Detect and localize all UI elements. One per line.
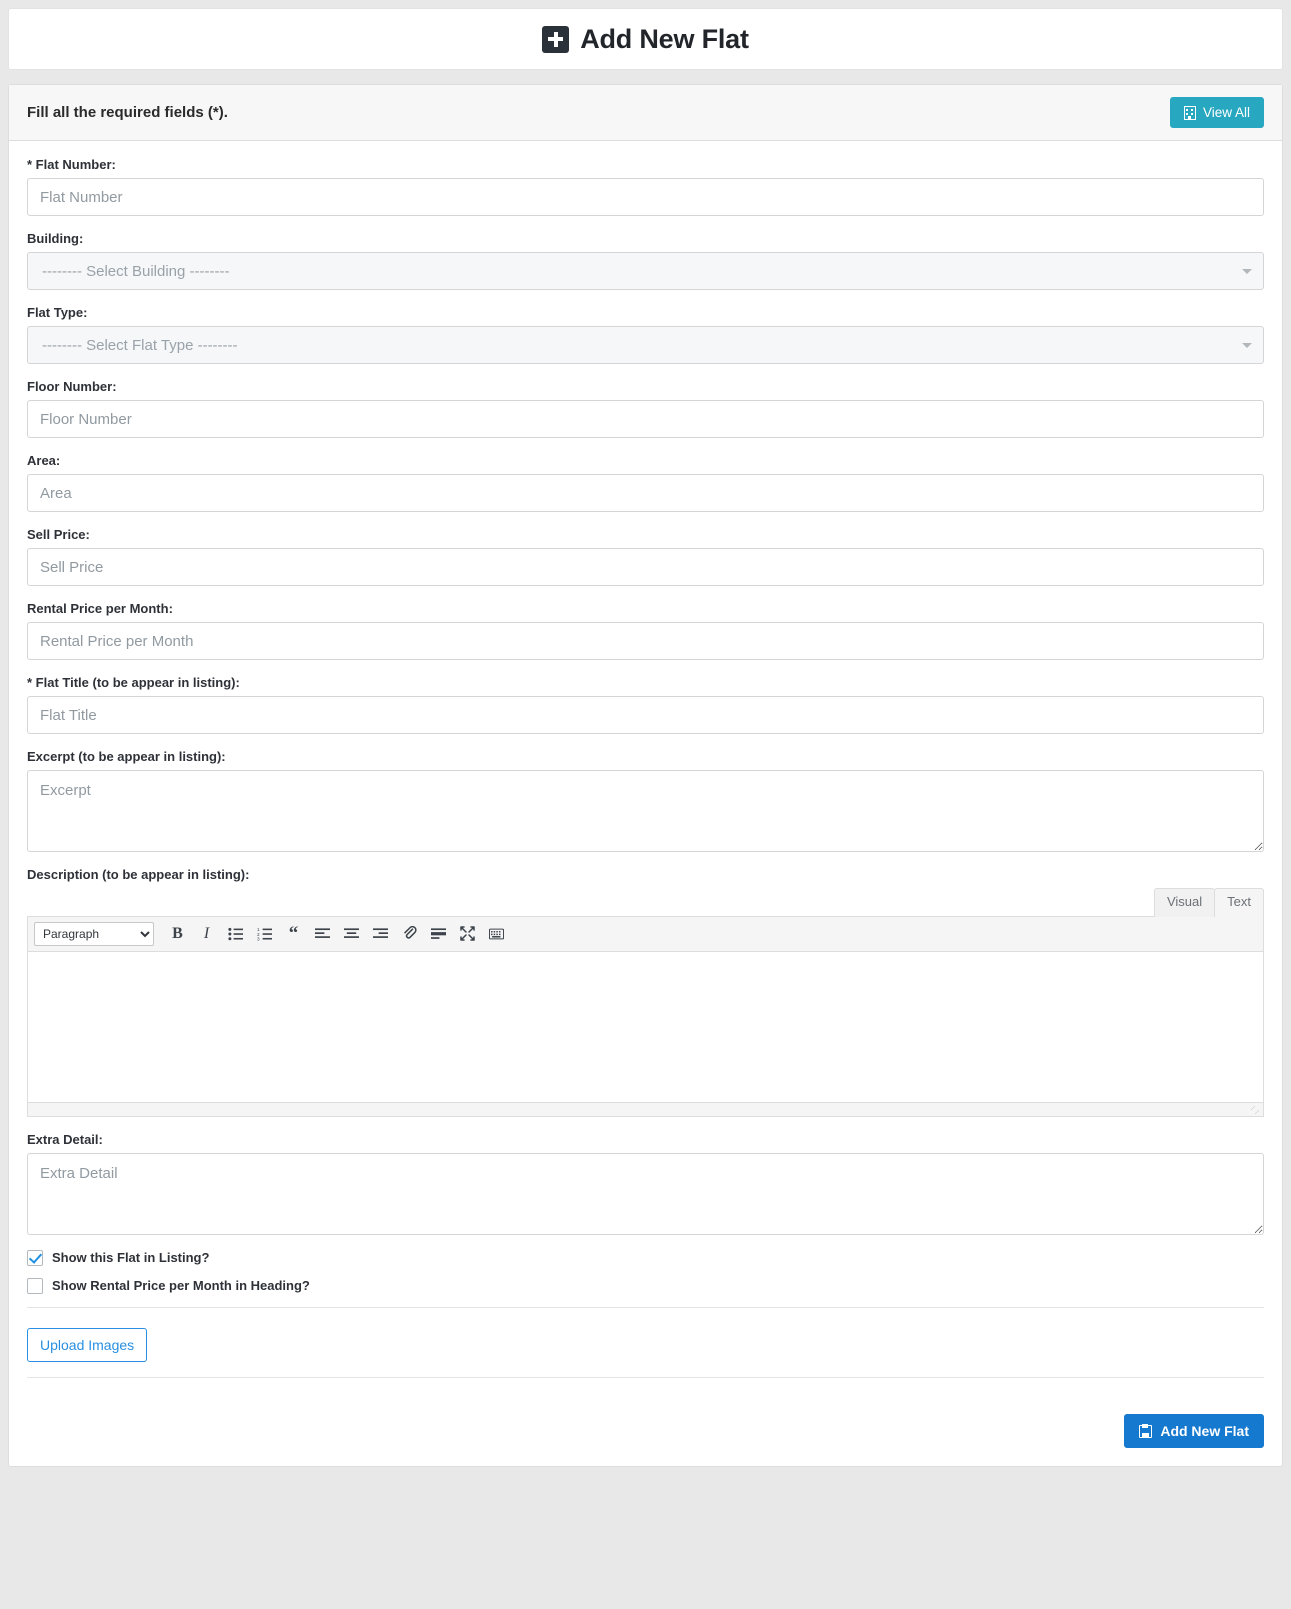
- editor-toolbar: Paragraph B I 123 “: [28, 916, 1263, 952]
- plus-square-icon: [542, 25, 570, 53]
- description-editor-canvas[interactable]: [28, 951, 1263, 1102]
- form-footer: Add New Flat: [27, 1398, 1264, 1466]
- svg-text:3: 3: [257, 936, 260, 940]
- align-left-icon[interactable]: [309, 921, 336, 946]
- add-new-flat-button[interactable]: Add New Flat: [1124, 1414, 1264, 1449]
- label-flat-number: * Flat Number:: [27, 157, 116, 172]
- save-icon: [1139, 1424, 1153, 1439]
- numbered-list-icon[interactable]: 123: [251, 921, 278, 946]
- label-flat-type: Flat Type:: [27, 305, 88, 320]
- upload-images-block: Upload Images: [27, 1327, 1264, 1364]
- keyboard-shortcuts-icon[interactable]: [483, 921, 510, 946]
- blockquote-icon[interactable]: “: [280, 921, 307, 946]
- align-center-icon[interactable]: [338, 921, 365, 946]
- field-group-extra-detail: Extra Detail:: [27, 1132, 1264, 1235]
- description-editor: Paragraph B I 123 “: [27, 915, 1264, 1117]
- excerpt-textarea[interactable]: [27, 770, 1264, 852]
- field-group-description: Description (to be appear in listing): V…: [27, 867, 1264, 1117]
- flat-number-input[interactable]: [27, 178, 1264, 216]
- insert-read-more-icon[interactable]: [425, 921, 452, 946]
- page-header: Add New Flat: [8, 8, 1283, 70]
- checkbox-row-show-in-listing[interactable]: Show this Flat in Listing?: [27, 1249, 1264, 1266]
- label-flat-title: * Flat Title (to be appear in listing):: [27, 675, 240, 690]
- page-title-text: Add New Flat: [580, 23, 749, 54]
- field-group-flat-title: * Flat Title (to be appear in listing):: [27, 675, 1264, 734]
- field-group-floor-number: Floor Number:: [27, 379, 1264, 438]
- show-in-listing-label: Show this Flat in Listing?: [52, 1250, 210, 1266]
- card-header: Fill all the required fields (*). View A…: [9, 85, 1282, 141]
- flat-type-select[interactable]: -------- Select Flat Type --------: [27, 326, 1264, 364]
- align-right-icon[interactable]: [367, 921, 394, 946]
- rental-price-input[interactable]: [27, 622, 1264, 660]
- form-card: Fill all the required fields (*). View A…: [8, 84, 1283, 1468]
- insert-link-icon[interactable]: [396, 921, 423, 946]
- bold-icon[interactable]: B: [164, 921, 191, 946]
- instruction-text: Fill all the required fields (*).: [27, 104, 228, 121]
- sell-price-input[interactable]: [27, 548, 1264, 586]
- tab-visual[interactable]: Visual: [1153, 888, 1216, 917]
- form-body: * Flat Number: Building: -------- Select…: [9, 141, 1282, 1466]
- view-all-button[interactable]: View All: [1169, 97, 1264, 128]
- show-rental-price-checkbox[interactable]: [27, 1277, 43, 1294]
- label-description: Description (to be appear in listing):: [27, 867, 250, 882]
- area-input[interactable]: [27, 474, 1264, 512]
- label-extra-detail: Extra Detail:: [27, 1131, 103, 1147]
- label-rental-price: Rental Price per Month:: [27, 601, 173, 616]
- add-new-flat-label: Add New Flat: [1160, 1423, 1249, 1440]
- show-in-listing-checkbox[interactable]: [27, 1249, 43, 1266]
- label-excerpt: Excerpt (to be appear in listing):: [27, 749, 226, 764]
- upload-images-button[interactable]: Upload Images: [27, 1327, 148, 1363]
- floor-number-input[interactable]: [27, 400, 1264, 438]
- field-group-sell-price: Sell Price:: [27, 527, 1264, 586]
- label-building: Building:: [27, 231, 84, 246]
- editor-resize-handle[interactable]: [28, 1101, 1263, 1116]
- extra-detail-textarea[interactable]: [27, 1152, 1264, 1235]
- editor-tab-bar: Visual Text: [27, 888, 1264, 917]
- divider-below-upload: [27, 1377, 1264, 1379]
- field-group-flat-type: Flat Type: -------- Select Flat Type ---…: [27, 305, 1264, 364]
- checkbox-row-show-rental-price[interactable]: Show Rental Price per Month in Heading?: [27, 1277, 1264, 1294]
- field-group-flat-number: * Flat Number:: [27, 157, 1264, 216]
- page-title: Add New Flat: [542, 24, 749, 55]
- view-all-label: View All: [1202, 105, 1250, 120]
- divider-above-upload: [27, 1306, 1264, 1308]
- tab-text[interactable]: Text: [1214, 888, 1264, 917]
- label-area: Area:: [27, 453, 61, 468]
- label-floor-number: Floor Number:: [27, 379, 117, 394]
- field-group-excerpt: Excerpt (to be appear in listing):: [27, 749, 1264, 852]
- field-group-area: Area:: [27, 453, 1264, 512]
- field-group-rental-price: Rental Price per Month:: [27, 601, 1264, 660]
- italic-icon[interactable]: I: [193, 921, 220, 946]
- show-rental-price-label: Show Rental Price per Month in Heading?: [52, 1278, 310, 1294]
- building-icon: [1183, 105, 1196, 120]
- fullscreen-icon[interactable]: [454, 921, 481, 946]
- bulleted-list-icon[interactable]: [222, 921, 249, 946]
- flat-title-input[interactable]: [27, 696, 1264, 734]
- building-select[interactable]: -------- Select Building --------: [27, 252, 1264, 290]
- paragraph-format-select[interactable]: Paragraph: [34, 921, 154, 946]
- field-group-building: Building: -------- Select Building -----…: [27, 231, 1264, 290]
- label-sell-price: Sell Price:: [27, 527, 90, 542]
